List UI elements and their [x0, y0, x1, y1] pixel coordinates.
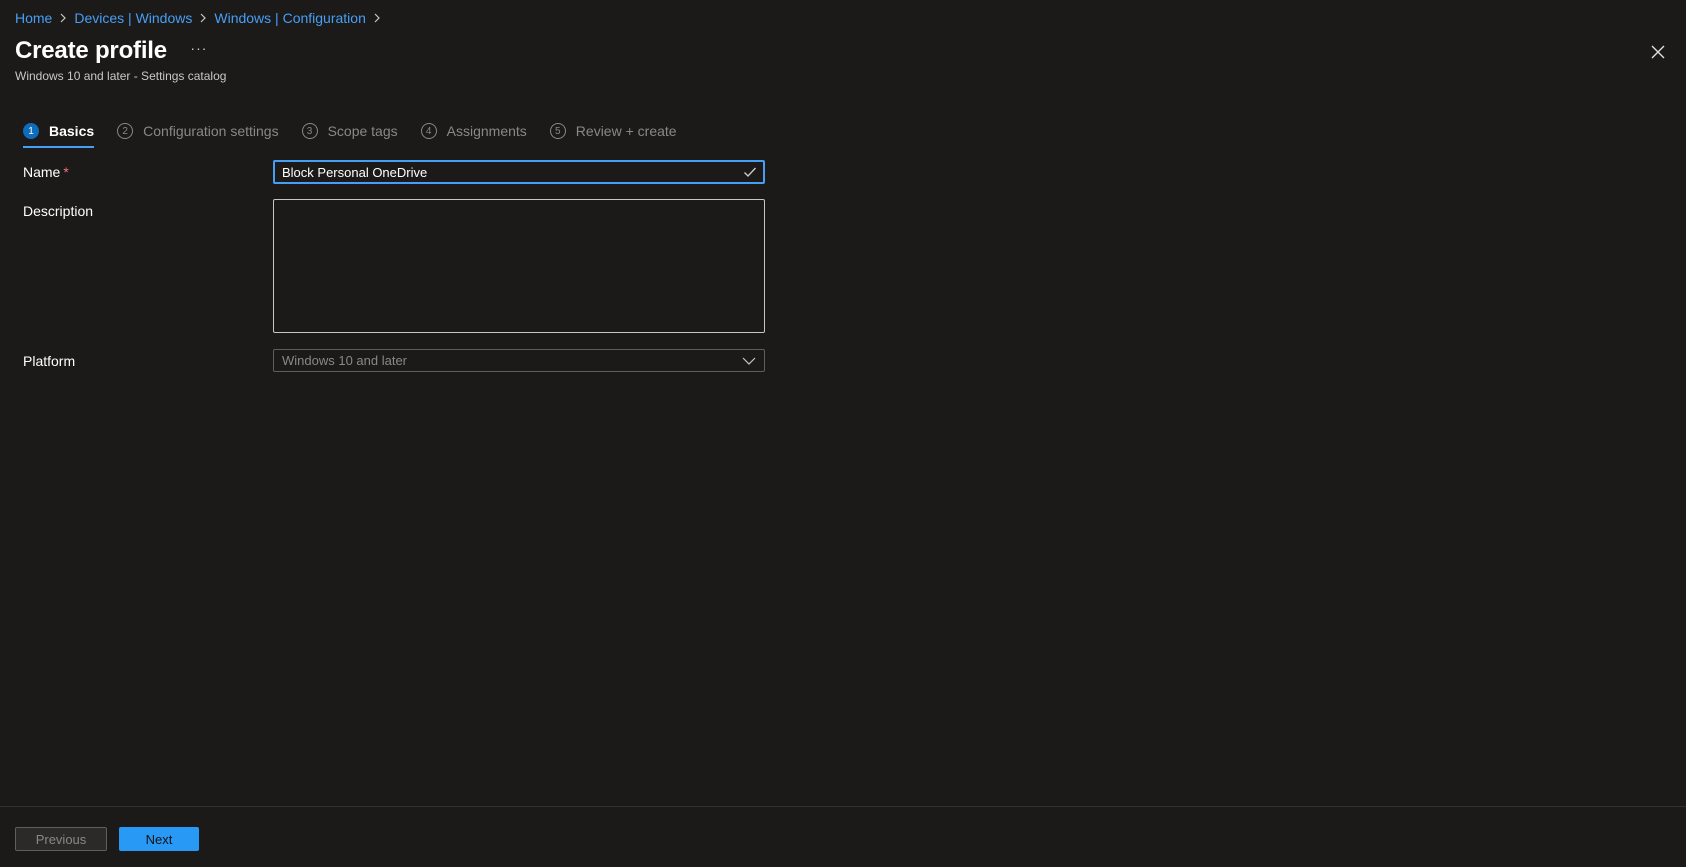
step-number: 3	[301, 123, 318, 139]
step-label: Assignments	[446, 123, 527, 139]
step-number: 1	[23, 123, 39, 139]
breadcrumb-home[interactable]: Home	[15, 10, 52, 26]
step-label: Configuration settings	[143, 123, 279, 139]
description-field[interactable]	[273, 199, 765, 333]
tab-review-create[interactable]: 5 Review + create	[549, 120, 677, 148]
previous-button[interactable]: Previous	[15, 827, 107, 851]
breadcrumb-devices-windows[interactable]: Devices | Windows	[74, 10, 192, 26]
description-textarea[interactable]	[274, 200, 764, 332]
chevron-right-icon	[192, 13, 214, 23]
tab-basics[interactable]: 1 Basics	[23, 120, 95, 148]
tab-scope-tags[interactable]: 3 Scope tags	[301, 120, 398, 148]
more-options-button[interactable]: ···	[187, 39, 211, 63]
step-number: 5	[549, 123, 566, 139]
name-label: Name *	[23, 164, 69, 180]
close-icon	[1651, 45, 1665, 59]
step-label: Scope tags	[327, 123, 398, 139]
checkmark-icon	[744, 167, 757, 178]
name-label-text: Name	[23, 164, 61, 180]
platform-selected-value: Windows 10 and later	[282, 353, 408, 368]
step-label: Basics	[49, 123, 95, 139]
wizard-steps: 1 Basics 2 Configuration settings 3 Scop…	[23, 120, 700, 148]
close-button[interactable]	[1648, 42, 1668, 62]
page-subtitle: Windows 10 and later - Settings catalog	[15, 69, 227, 83]
step-label: Review + create	[575, 123, 677, 139]
create-profile-page: Home Devices | Windows Windows | Configu…	[0, 0, 1686, 867]
chevron-right-icon	[366, 13, 388, 23]
page-title: Create profile	[15, 37, 167, 64]
name-field[interactable]	[273, 160, 765, 184]
next-button[interactable]: Next	[119, 827, 199, 851]
step-number: 4	[420, 123, 437, 139]
required-marker: *	[63, 164, 69, 180]
chevron-right-icon	[52, 13, 74, 23]
breadcrumb-windows-configuration[interactable]: Windows | Configuration	[214, 10, 365, 26]
chevron-down-icon	[742, 357, 756, 365]
title-row: Create profile ···	[15, 37, 211, 65]
footer-bar: Previous Next	[0, 806, 1686, 867]
platform-dropdown[interactable]: Windows 10 and later	[273, 349, 765, 372]
breadcrumb: Home Devices | Windows Windows | Configu…	[15, 10, 388, 26]
name-input[interactable]	[282, 164, 743, 180]
step-number: 2	[117, 123, 134, 139]
description-label: Description	[23, 203, 94, 219]
tab-assignments[interactable]: 4 Assignments	[420, 120, 527, 148]
tab-configuration-settings[interactable]: 2 Configuration settings	[117, 120, 279, 148]
platform-label: Platform	[23, 353, 76, 369]
